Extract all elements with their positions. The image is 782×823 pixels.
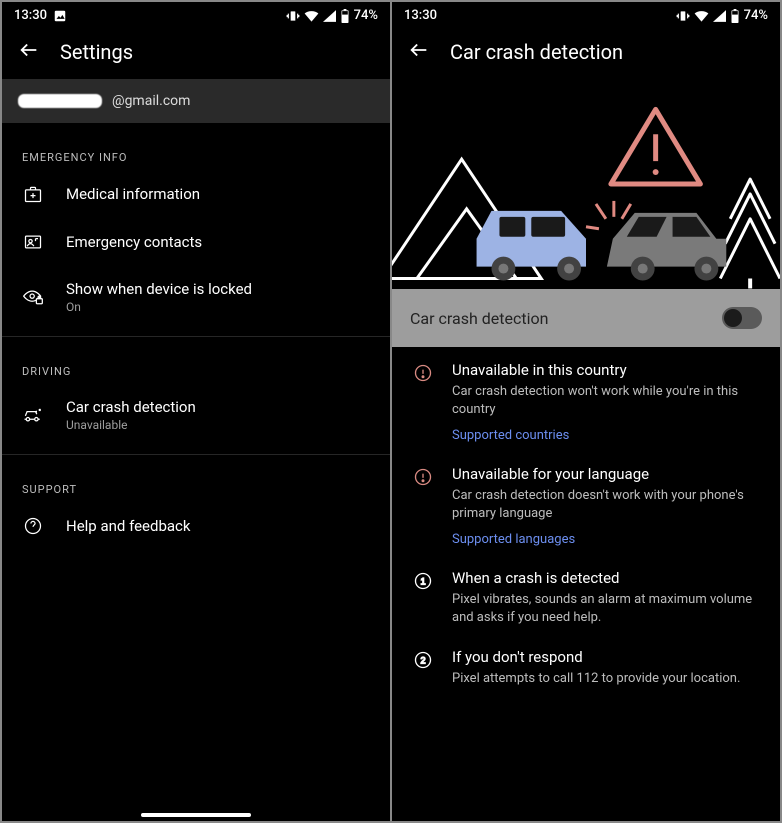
- row-label: Car crash detection: [66, 398, 196, 416]
- status-bar: 13:30 74%: [2, 2, 390, 29]
- wifi-icon: [694, 10, 709, 22]
- row-label: Show when device is locked: [66, 280, 252, 298]
- no-respond-row: 2 If you don't respond Pixel attempts to…: [392, 634, 780, 696]
- emergency-contacts-row[interactable]: Emergency contacts: [2, 218, 390, 266]
- help-feedback-row[interactable]: Help and feedback: [2, 502, 390, 550]
- detail-title: Unavailable in this country: [452, 361, 760, 379]
- svg-text:1: 1: [420, 577, 425, 587]
- arrow-back-icon: [18, 39, 40, 61]
- medical-icon: [22, 184, 44, 204]
- app-bar: Car crash detection: [392, 29, 780, 79]
- unavailable-country-row: Unavailable in this country Car crash de…: [392, 347, 780, 451]
- car-crash-detection-row[interactable]: Car crash detection Unavailable: [2, 384, 390, 446]
- detail-title: When a crash is detected: [452, 569, 760, 587]
- back-button[interactable]: [18, 39, 40, 65]
- page-title: Settings: [60, 40, 133, 64]
- detail-body: Car crash detection doesn't work with yo…: [452, 487, 760, 522]
- supported-countries-link[interactable]: Supported countries: [452, 428, 760, 443]
- info-error-icon: [412, 465, 434, 547]
- app-bar: Settings: [2, 29, 390, 79]
- back-button[interactable]: [408, 39, 430, 65]
- unavailable-language-row: Unavailable for your language Car crash …: [392, 451, 780, 555]
- settings-screen: 13:30 74% Settings @gmail.com EMERGENCY …: [2, 2, 390, 821]
- medical-information-row[interactable]: Medical information: [2, 170, 390, 218]
- account-name-redacted: [18, 94, 102, 108]
- detail-body: Pixel attempts to call 112 to provide yo…: [452, 670, 760, 688]
- vibrate-icon: [676, 9, 690, 23]
- gesture-nav-handle[interactable]: [141, 813, 251, 817]
- section-header-support: SUPPORT: [2, 455, 390, 502]
- toggle-label: Car crash detection: [410, 309, 548, 328]
- blue-car-illustration: [477, 211, 586, 281]
- wifi-icon: [304, 10, 319, 22]
- detail-body: Pixel vibrates, sounds an alarm at maxim…: [452, 591, 760, 626]
- account-suffix: @gmail.com: [112, 93, 190, 109]
- image-icon: [53, 9, 67, 23]
- info-error-icon: [412, 361, 434, 443]
- hero-illustration: [392, 79, 780, 289]
- show-when-locked-row[interactable]: Show when device is locked On: [2, 266, 390, 328]
- step-1-icon: 1: [412, 569, 434, 626]
- status-time: 13:30: [14, 8, 47, 23]
- detail-title: Unavailable for your language: [452, 465, 760, 483]
- visibility-lock-icon: [22, 287, 44, 307]
- section-header-driving: DRIVING: [2, 337, 390, 384]
- car-crash-detection-screen: 13:30 74% Car crash detection: [392, 2, 780, 821]
- detail-title: If you don't respond: [452, 648, 760, 666]
- status-battery: 74%: [744, 8, 768, 23]
- detail-body: Car crash detection won't work while you…: [452, 383, 760, 418]
- contacts-icon: [22, 232, 44, 252]
- row-label: Medical information: [66, 185, 200, 203]
- master-toggle-row[interactable]: Car crash detection: [392, 289, 780, 347]
- status-time: 13:30: [404, 8, 437, 23]
- row-label: Emergency contacts: [66, 233, 202, 251]
- row-label: Help and feedback: [66, 517, 191, 535]
- svg-text:2: 2: [420, 656, 425, 666]
- vibrate-icon: [286, 9, 300, 23]
- step-2-icon: 2: [412, 648, 434, 688]
- status-battery: 74%: [354, 8, 378, 23]
- gray-car-illustration: [607, 213, 726, 281]
- battery-icon: [730, 9, 740, 23]
- page-title: Car crash detection: [450, 40, 623, 64]
- signal-icon: [713, 10, 726, 22]
- account-row[interactable]: @gmail.com: [2, 79, 390, 123]
- row-sublabel: Unavailable: [66, 418, 196, 432]
- supported-languages-link[interactable]: Supported languages: [452, 532, 760, 547]
- car-crash-icon: [22, 405, 44, 425]
- toggle-switch[interactable]: [722, 307, 762, 329]
- section-header-emergency: EMERGENCY INFO: [2, 123, 390, 170]
- arrow-back-icon: [408, 39, 430, 61]
- crash-detected-row: 1 When a crash is detected Pixel vibrate…: [392, 555, 780, 634]
- row-sublabel: On: [66, 300, 252, 314]
- status-bar: 13:30 74%: [392, 2, 780, 29]
- battery-icon: [340, 9, 350, 23]
- signal-icon: [323, 10, 336, 22]
- help-icon: [22, 516, 44, 536]
